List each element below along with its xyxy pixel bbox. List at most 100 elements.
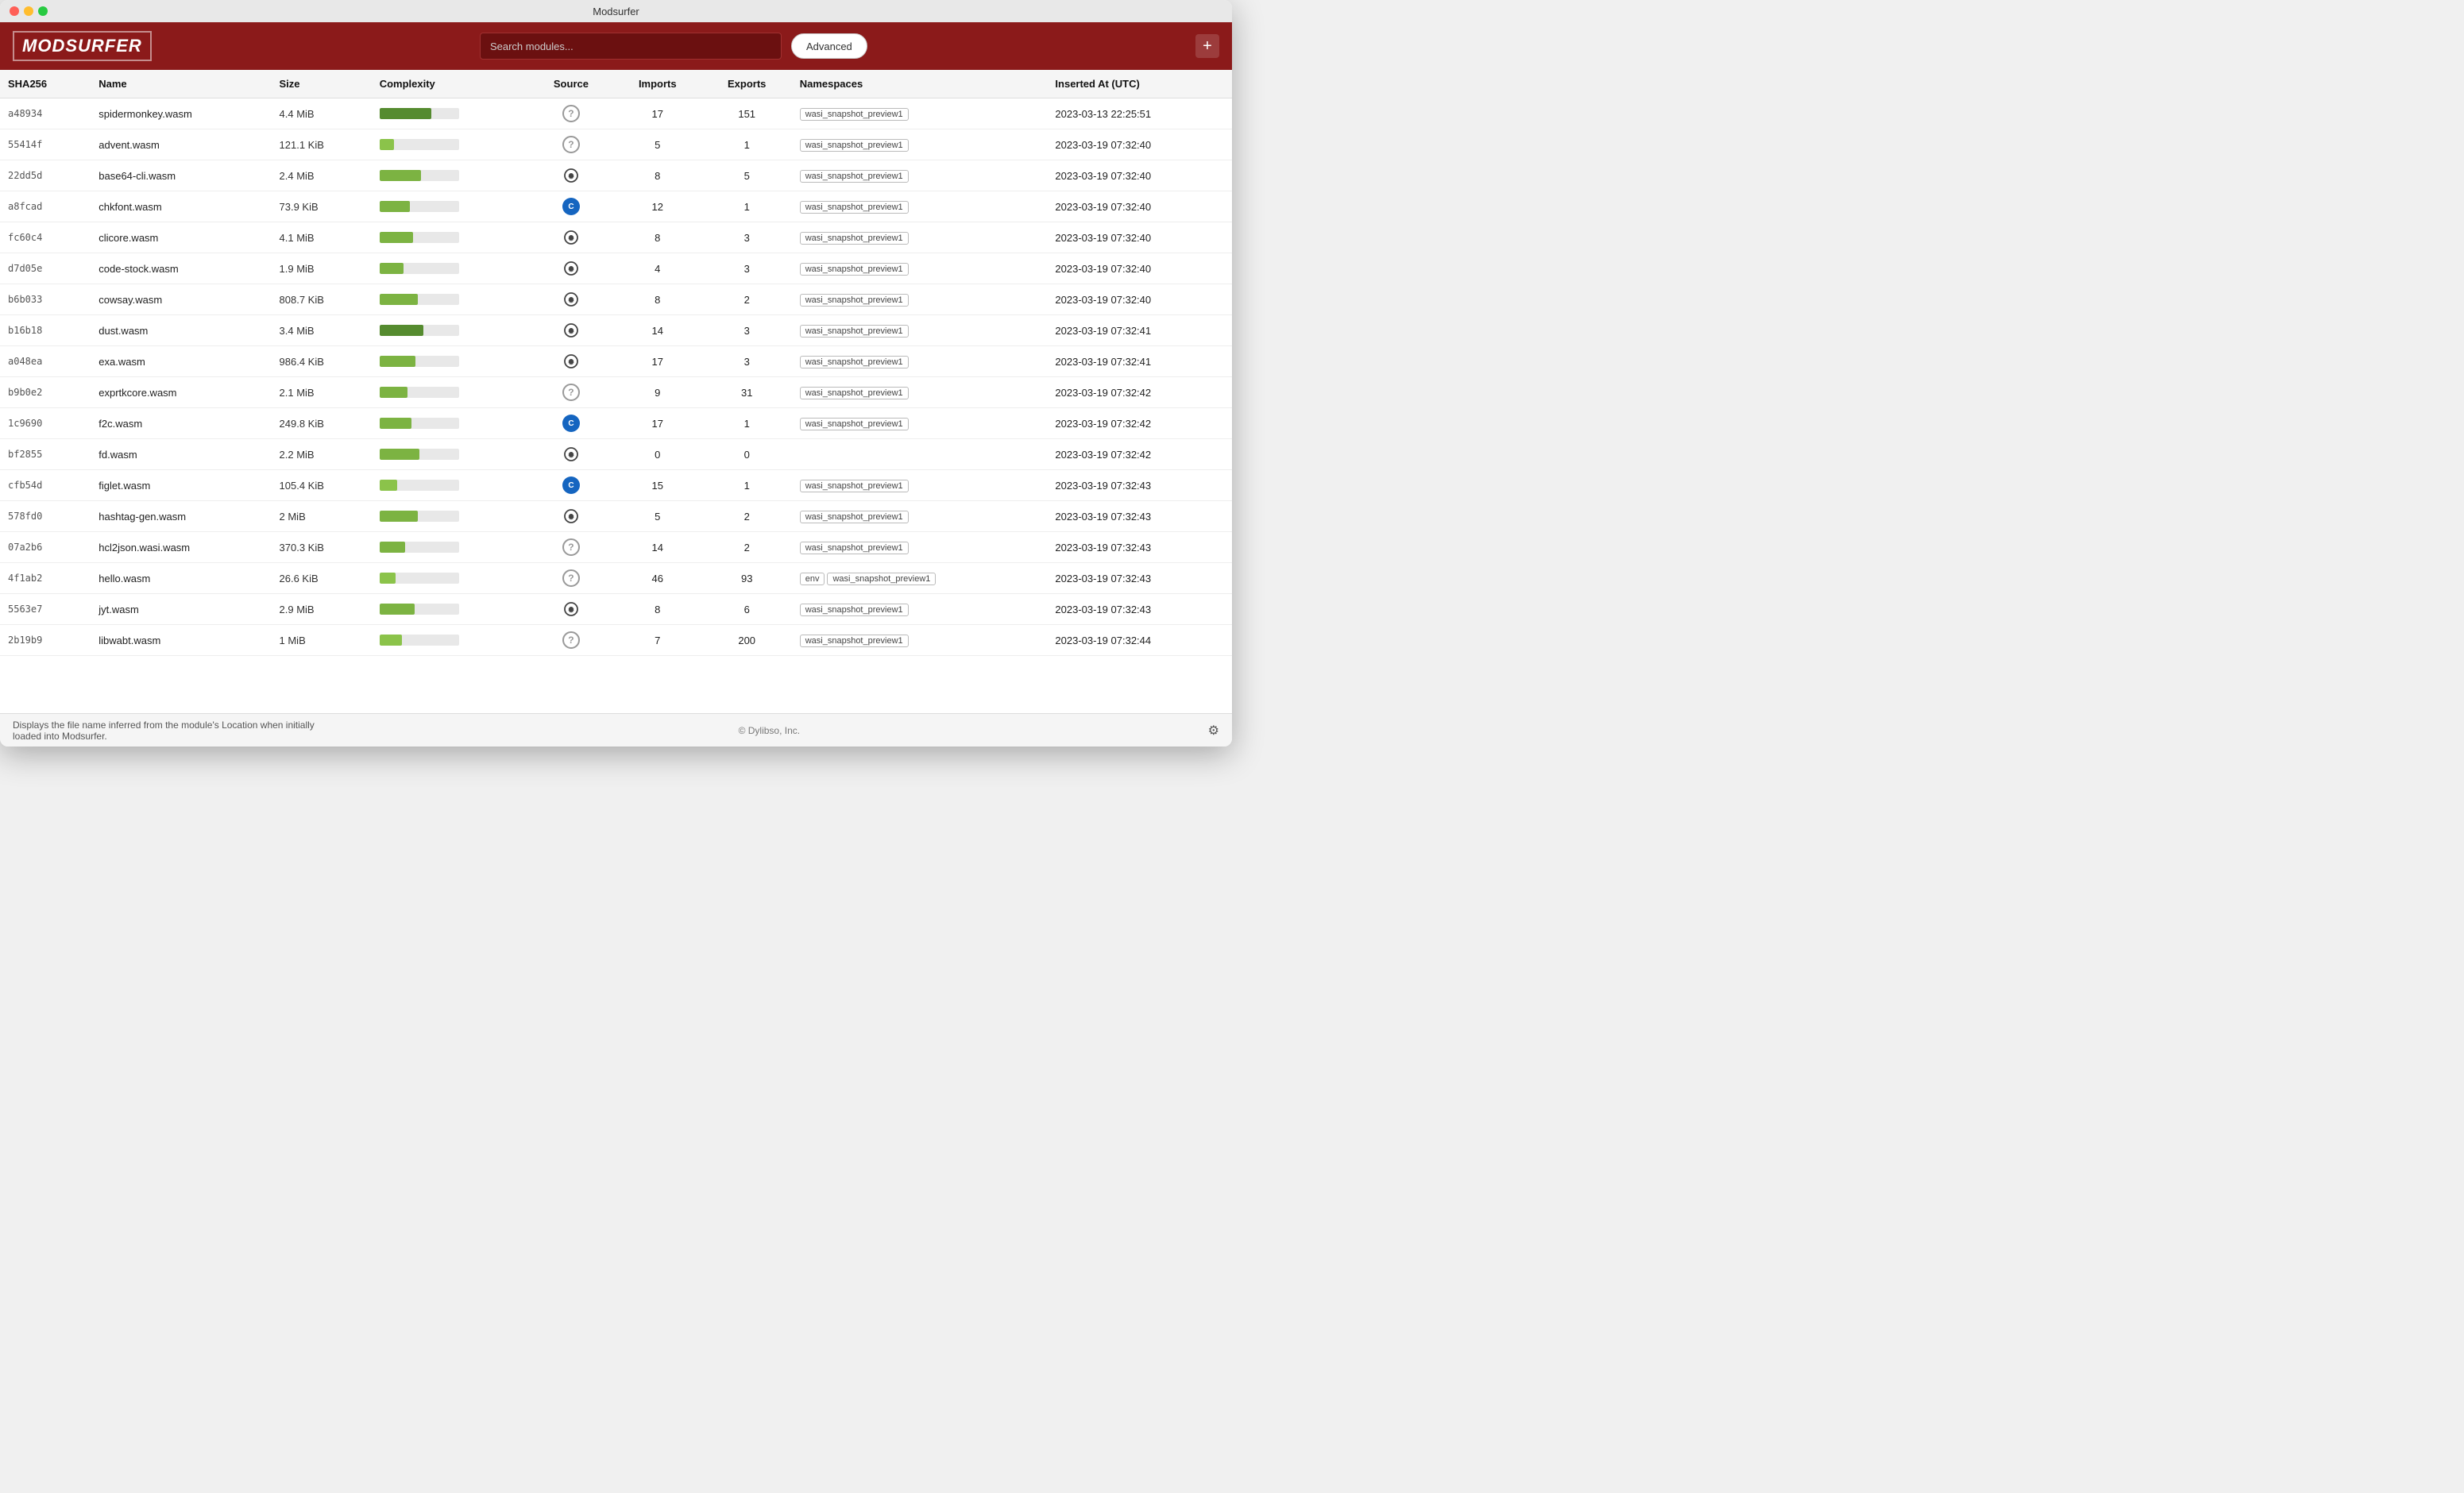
cell-imports: 5 [613,129,702,160]
cell-inserted: 2023-03-19 07:32:40 [1047,129,1232,160]
cell-namespaces: wasi_snapshot_preview1 [792,191,1048,222]
cell-size: 249.8 KiB [272,408,372,439]
cell-complexity [372,408,529,439]
advanced-button[interactable]: Advanced [791,33,867,59]
cell-source: C [529,470,613,501]
maximize-button[interactable] [38,6,48,16]
svg-text:⚙: ⚙ [568,606,574,614]
cell-source: ? [529,625,613,656]
cell-sha: 578fd0 [0,501,91,532]
table-row[interactable]: 55414f advent.wasm 121.1 KiB ? 5 1 wasi_… [0,129,1232,160]
cell-exports: 3 [702,253,792,284]
cell-namespaces: wasi_snapshot_preview1 [792,408,1048,439]
cell-imports: 5 [613,501,702,532]
cell-exports: 31 [702,377,792,408]
col-complexity: Complexity [372,70,529,98]
complexity-bar [380,139,394,150]
table-row[interactable]: b16b18 dust.wasm 3.4 MiB ⚙ 14 3 wasi_sna… [0,315,1232,346]
cell-exports: 6 [702,594,792,625]
table-header: SHA256 Name Size Complexity Source Impor… [0,70,1232,98]
cell-namespaces: wasi_snapshot_preview1 [792,470,1048,501]
cell-size: 26.6 KiB [272,563,372,594]
cell-size: 808.7 KiB [272,284,372,315]
table-row[interactable]: b9b0e2 exprtkcore.wasm 2.1 MiB ? 9 31 wa… [0,377,1232,408]
cell-size: 986.4 KiB [272,346,372,377]
table-row[interactable]: bf2855 fd.wasm 2.2 MiB ⚙ 0 0 2023-03-19 … [0,439,1232,470]
complexity-bar [380,542,405,553]
table-row[interactable]: b6b033 cowsay.wasm 808.7 KiB ⚙ 8 2 wasi_… [0,284,1232,315]
cell-complexity [372,532,529,563]
cell-complexity [372,594,529,625]
namespace-tag: wasi_snapshot_preview1 [800,263,909,276]
title-bar: Modsurfer [0,0,1232,22]
cell-name: exprtkcore.wasm [91,377,271,408]
table-body: a48934 spidermonkey.wasm 4.4 MiB ? 17 15… [0,98,1232,656]
cell-name: jyt.wasm [91,594,271,625]
table-row[interactable]: a48934 spidermonkey.wasm 4.4 MiB ? 17 15… [0,98,1232,129]
table-row[interactable]: 5563e7 jyt.wasm 2.9 MiB ⚙ 8 6 wasi_snaps… [0,594,1232,625]
table-row[interactable]: d7d05e code-stock.wasm 1.9 MiB ⚙ 4 3 was… [0,253,1232,284]
cell-exports: 3 [702,315,792,346]
cell-source: ? [529,377,613,408]
table-row[interactable]: a048ea exa.wasm 986.4 KiB ⚙ 17 3 wasi_sn… [0,346,1232,377]
cell-source: ? [529,532,613,563]
cell-exports: 1 [702,470,792,501]
cell-name: figlet.wasm [91,470,271,501]
namespace-tag: wasi_snapshot_preview1 [827,573,936,585]
cell-complexity [372,191,529,222]
settings-icon[interactable]: ⚙ [1208,723,1219,739]
complexity-bar [380,294,418,305]
cell-inserted: 2023-03-19 07:32:43 [1047,532,1232,563]
footer-copyright: © Dylibso, Inc. [330,725,1208,736]
table-row[interactable]: 2b19b9 libwabt.wasm 1 MiB ? 7 200 wasi_s… [0,625,1232,656]
namespace-tag: wasi_snapshot_preview1 [800,604,909,616]
cell-size: 105.4 KiB [272,470,372,501]
complexity-bar-wrapper [380,108,459,119]
complexity-bar-wrapper [380,294,459,305]
cell-imports: 8 [613,594,702,625]
cell-imports: 14 [613,532,702,563]
table-row[interactable]: cfb54d figlet.wasm 105.4 KiB C 15 1 wasi… [0,470,1232,501]
complexity-bar [380,325,423,336]
namespace-tag: wasi_snapshot_preview1 [800,170,909,183]
table-row[interactable]: fc60c4 clicore.wasm 4.1 MiB ⚙ 8 3 wasi_s… [0,222,1232,253]
cell-complexity [372,439,529,470]
close-button[interactable] [10,6,19,16]
cell-source: ⚙ [529,222,613,253]
cell-name: fd.wasm [91,439,271,470]
cell-sha: a048ea [0,346,91,377]
table-row[interactable]: 1c9690 f2c.wasm 249.8 KiB C 17 1 wasi_sn… [0,408,1232,439]
cell-inserted: 2023-03-19 07:32:42 [1047,377,1232,408]
cell-complexity [372,377,529,408]
cell-sha: cfb54d [0,470,91,501]
complexity-bar-wrapper [380,635,459,646]
table-row[interactable]: 07a2b6 hcl2json.wasi.wasm 370.3 KiB ? 14… [0,532,1232,563]
cell-name: hello.wasm [91,563,271,594]
minimize-button[interactable] [24,6,33,16]
cell-inserted: 2023-03-19 07:32:44 [1047,625,1232,656]
complexity-bar [380,418,411,429]
cell-namespaces: wasi_snapshot_preview1 [792,594,1048,625]
table-row[interactable]: 4f1ab2 hello.wasm 26.6 KiB ? 46 93 envwa… [0,563,1232,594]
cell-sha: 07a2b6 [0,532,91,563]
cell-namespaces: wasi_snapshot_preview1 [792,315,1048,346]
table-row[interactable]: a8fcad chkfont.wasm 73.9 KiB C 12 1 wasi… [0,191,1232,222]
cell-source: C [529,408,613,439]
table-row[interactable]: 22dd5d base64-cli.wasm 2.4 MiB ⚙ 8 5 was… [0,160,1232,191]
cell-inserted: 2023-03-19 07:32:43 [1047,563,1232,594]
namespace-tag: wasi_snapshot_preview1 [800,139,909,152]
search-input[interactable] [480,33,782,60]
complexity-bar-wrapper [380,263,459,274]
add-button[interactable]: + [1195,34,1219,58]
col-size: Size [272,70,372,98]
svg-text:⚙: ⚙ [568,451,574,459]
cell-sha: 1c9690 [0,408,91,439]
cell-imports: 14 [613,315,702,346]
cell-exports: 3 [702,222,792,253]
cell-source: ⚙ [529,160,613,191]
table-row[interactable]: 578fd0 hashtag-gen.wasm 2 MiB ⚙ 5 2 wasi… [0,501,1232,532]
cell-complexity [372,222,529,253]
cell-complexity [372,346,529,377]
cell-namespaces: wasi_snapshot_preview1 [792,532,1048,563]
svg-text:⚙: ⚙ [568,234,574,242]
